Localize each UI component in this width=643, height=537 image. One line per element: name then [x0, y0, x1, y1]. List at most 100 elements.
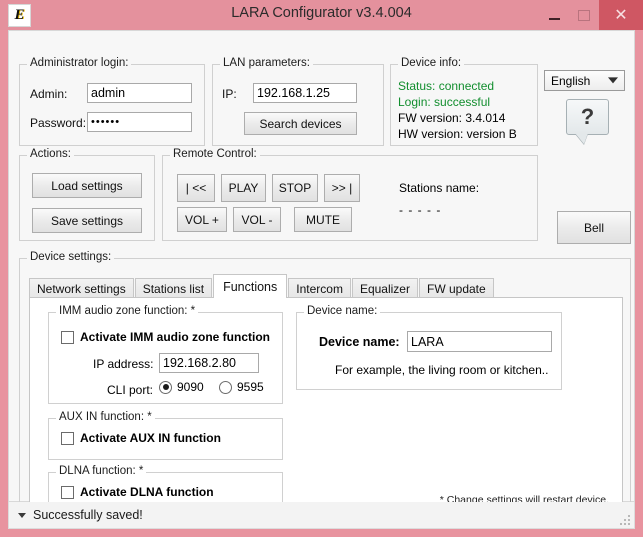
actions-legend: Actions: — [27, 148, 74, 160]
lan-parameters-legend: LAN parameters: — [220, 57, 313, 69]
tab-fw-update[interactable]: FW update — [418, 278, 494, 298]
imm-activate-label: Activate IMM audio zone function — [80, 330, 271, 344]
aux-activate-checkbox[interactable] — [61, 431, 74, 445]
ip-label: IP: — [222, 87, 237, 101]
previous-label: | << — [185, 181, 207, 195]
cli-port-9595-radio-row[interactable]: 9595 — [219, 380, 264, 394]
tab-network-settings-label: Network settings — [37, 281, 126, 296]
window-controls: ✕ — [539, 0, 643, 30]
tab-network-settings[interactable]: Network settings — [29, 278, 134, 298]
status-bar: Successfully saved! — [8, 502, 635, 529]
bell-label: Bell — [583, 220, 604, 235]
tab-stations-list[interactable]: Stations list — [134, 278, 213, 298]
aux-in-group: AUX IN function: * Activate AUX IN funct… — [48, 411, 283, 460]
mute-label: MUTE — [306, 212, 340, 227]
aux-activate-checkbox-row[interactable]: Activate AUX IN function — [61, 431, 221, 445]
imm-audio-zone-group: IMM audio zone function: * Activate IMM … — [48, 305, 283, 404]
question-mark-icon: ? — [580, 104, 595, 129]
load-settings-button[interactable]: Load settings — [32, 173, 142, 198]
lan-parameters-group: LAN parameters: IP: Search devices — [212, 57, 384, 146]
aux-in-legend: AUX IN function: * — [56, 411, 155, 423]
status-message: Successfully saved! — [33, 508, 143, 522]
dlna-activate-checkbox[interactable] — [61, 485, 74, 499]
dlna-legend: DLNA function: * — [56, 465, 147, 477]
cli-port-9595-label: 9595 — [237, 380, 264, 394]
language-dropdown[interactable]: English — [544, 70, 625, 91]
cli-port-9090-radio[interactable] — [159, 380, 172, 394]
dlna-activate-checkbox-row[interactable]: Activate DLNA function — [61, 485, 214, 499]
device-name-group: Device name: Device name: For example, t… — [296, 305, 562, 390]
play-label: PLAY — [228, 181, 259, 195]
speech-bubble-tail-icon — [575, 133, 588, 144]
stop-button[interactable]: STOP — [272, 174, 318, 202]
next-button[interactable]: >> | — [324, 174, 360, 202]
title-bar[interactable]: E LARA Configurator v3.4.004 ✕ — [0, 0, 643, 30]
bell-button[interactable]: Bell — [557, 211, 631, 244]
maximize-icon — [578, 9, 590, 21]
functions-tab-page: IMM audio zone function: * Activate IMM … — [29, 297, 623, 514]
password-input[interactable] — [87, 112, 192, 132]
device-settings-legend: Device settings: — [27, 251, 115, 263]
tab-functions[interactable]: Functions — [213, 274, 288, 298]
mute-button[interactable]: MUTE — [294, 207, 352, 232]
close-icon: ✕ — [614, 7, 628, 24]
volume-up-button[interactable]: VOL + — [177, 207, 227, 232]
tab-fw-update-label: FW update — [426, 281, 486, 296]
cli-port-label: CLI port: — [107, 383, 154, 397]
password-label: Password: — [30, 116, 87, 130]
device-hw-version: HW version: version B — [398, 127, 517, 141]
device-info-legend: Device info: — [398, 57, 465, 69]
play-button[interactable]: PLAY — [221, 174, 266, 202]
tab-equalizer[interactable]: Equalizer — [351, 278, 418, 298]
device-login-text: Login: successful — [398, 95, 491, 109]
next-label: >> | — [331, 181, 353, 195]
cli-port-9090-label: 9090 — [177, 380, 204, 394]
save-settings-button[interactable]: Save settings — [32, 208, 142, 233]
aux-activate-label: Activate AUX IN function — [80, 431, 221, 445]
cli-port-9595-radio[interactable] — [219, 380, 232, 394]
dlna-activate-label: Activate DLNA function — [80, 485, 214, 499]
device-fw-version: FW version: 3.4.014 — [398, 111, 506, 125]
tab-functions-label: Functions — [223, 279, 278, 294]
volume-up-label: VOL + — [185, 212, 219, 227]
previous-button[interactable]: | << — [177, 174, 215, 202]
stations-name-label: Stations name: — [399, 181, 480, 195]
tab-intercom[interactable]: Intercom — [288, 278, 351, 298]
stop-label: STOP — [278, 181, 312, 195]
remote-control-group: Remote Control: | << PLAY STOP >> | VOL … — [162, 148, 538, 241]
device-settings-group: Device settings: Network settings Statio… — [19, 251, 631, 520]
save-settings-label: Save settings — [50, 213, 124, 228]
load-settings-label: Load settings — [51, 178, 123, 193]
imm-activate-checkbox[interactable] — [61, 330, 74, 344]
device-name-field-label: Device name: — [319, 335, 400, 349]
status-dropdown-icon[interactable] — [18, 512, 26, 518]
device-name-input[interactable] — [407, 331, 552, 352]
cli-port-9090-radio-row[interactable]: 9090 — [159, 380, 204, 394]
tab-intercom-label: Intercom — [296, 281, 343, 296]
admin-label: Admin: — [30, 87, 68, 101]
help-button[interactable]: ? — [566, 99, 609, 144]
administrator-login-legend: Administrator login: — [27, 57, 132, 69]
imm-ip-label: IP address: — [93, 357, 154, 371]
search-devices-label: Search devices — [259, 116, 342, 131]
search-devices-button[interactable]: Search devices — [244, 112, 357, 135]
ip-input[interactable] — [253, 83, 357, 103]
minimize-button[interactable] — [539, 0, 569, 30]
administrator-login-group: Administrator login: Admin: Password: — [19, 57, 205, 146]
tab-equalizer-label: Equalizer — [359, 281, 410, 296]
maximize-button[interactable] — [569, 0, 599, 30]
volume-down-button[interactable]: VOL - — [233, 207, 281, 232]
tab-stations-list-label: Stations list — [142, 281, 205, 296]
imm-ip-input[interactable] — [159, 353, 259, 373]
imm-activate-checkbox-row[interactable]: Activate IMM audio zone function — [61, 330, 270, 344]
admin-input[interactable] — [87, 83, 192, 103]
close-button[interactable]: ✕ — [599, 0, 643, 30]
minimize-icon — [548, 17, 560, 20]
resize-grip-icon[interactable] — [616, 511, 630, 525]
device-name-legend: Device name: — [304, 305, 381, 317]
device-name-hint: For example, the living room or kitchen.… — [335, 363, 549, 377]
device-settings-tabs: Network settings Stations list Functions… — [29, 273, 495, 298]
client-area: Administrator login: Admin: Password: LA… — [8, 30, 635, 520]
language-selected-value: English — [551, 73, 591, 88]
actions-group: Actions: Load settings Save settings — [19, 148, 155, 241]
